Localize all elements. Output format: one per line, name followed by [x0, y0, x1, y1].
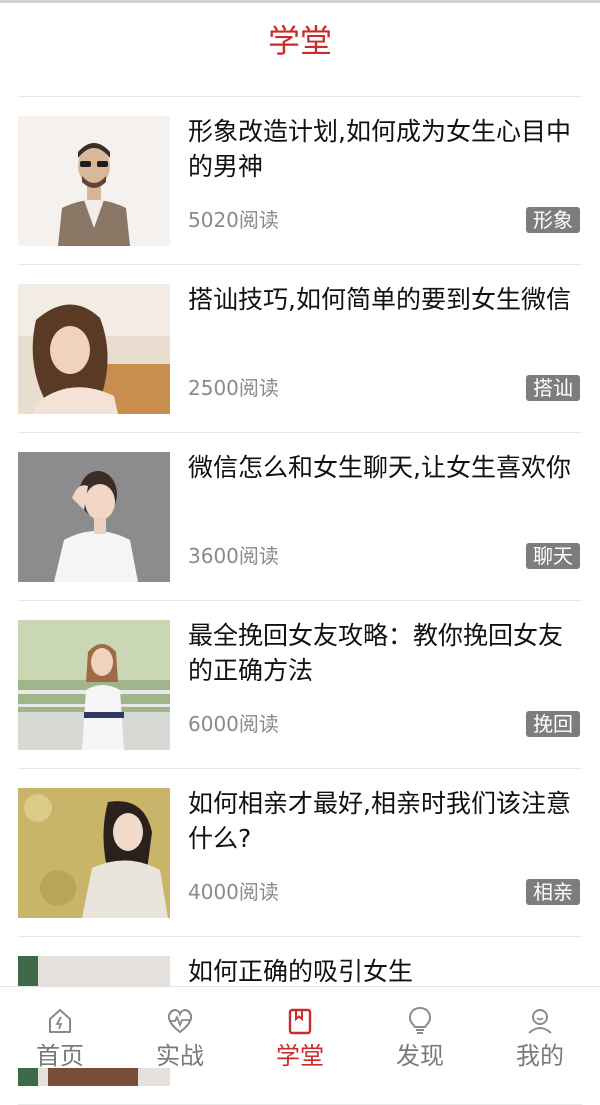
tab-home[interactable]: 首页: [0, 987, 120, 1070]
article-title: 微信怎么和女生聊天,让女生喜欢你: [188, 453, 571, 482]
article-read-count: 2500阅读: [188, 376, 279, 400]
article-item[interactable]: 搭讪技巧,如何简单的要到女生微信 2500阅读 搭讪: [18, 265, 582, 433]
article-thumbnail: [18, 788, 170, 918]
tab-practice[interactable]: 实战: [120, 987, 240, 1070]
article-read-count: 5020阅读: [188, 208, 279, 232]
tab-discover[interactable]: 发现: [360, 987, 480, 1070]
article-item[interactable]: 微信怎么和女生聊天,让女生喜欢你 3600阅读 聊天: [18, 433, 582, 601]
book-icon: [288, 1008, 312, 1035]
article-item[interactable]: 形象改造计划,如何成为女生心目中的男神 5020阅读 形象: [18, 97, 582, 265]
article-item[interactable]: 最全挽回女友攻略：教你挽回女友的正确方法 6000阅读 挽回: [18, 601, 582, 769]
lightbulb-icon: [408, 1006, 432, 1034]
article-title: 形象改造计划,如何成为女生心目中的男神: [188, 117, 571, 181]
article-tag[interactable]: 相亲: [526, 879, 580, 905]
profile-icon: [528, 1009, 552, 1034]
article-thumbnail: [18, 452, 170, 582]
article-title: 如何相亲才最好,相亲时我们该注意什么?: [188, 789, 571, 853]
article-tag[interactable]: 挽回: [526, 711, 580, 737]
article-title: 搭讪技巧,如何简单的要到女生微信: [188, 285, 571, 314]
home-icon: [49, 1009, 71, 1033]
article-read-count: 6000阅读: [188, 712, 279, 736]
bottom-tab-bar: 首页 实战 学堂 发现 我的: [0, 986, 600, 1070]
tab-mine[interactable]: 我的: [480, 987, 600, 1070]
article-read-count: 4000阅读: [188, 880, 279, 904]
article-thumbnail: [18, 284, 170, 414]
article-read-count: 3600阅读: [188, 544, 279, 568]
article-thumbnail: [18, 620, 170, 750]
article-title: 如何正确的吸引女生: [188, 957, 414, 986]
tab-academy[interactable]: 学堂: [240, 987, 360, 1070]
article-tag[interactable]: 聊天: [526, 543, 580, 569]
article-tag[interactable]: 搭讪: [526, 375, 580, 401]
article-tag[interactable]: 形象: [526, 207, 580, 233]
heartbeat-icon: [167, 1009, 193, 1034]
article-item[interactable]: 如何相亲才最好,相亲时我们该注意什么? 4000阅读 相亲: [18, 769, 582, 937]
article-thumbnail: [18, 116, 170, 246]
article-title: 最全挽回女友攻略：教你挽回女友的正确方法: [188, 621, 564, 685]
page-title: 学堂: [267, 22, 332, 60]
article-list: 形象改造计划,如何成为女生心目中的男神 5020阅读 形象 搭讪技巧,如何简单的…: [18, 97, 582, 1105]
